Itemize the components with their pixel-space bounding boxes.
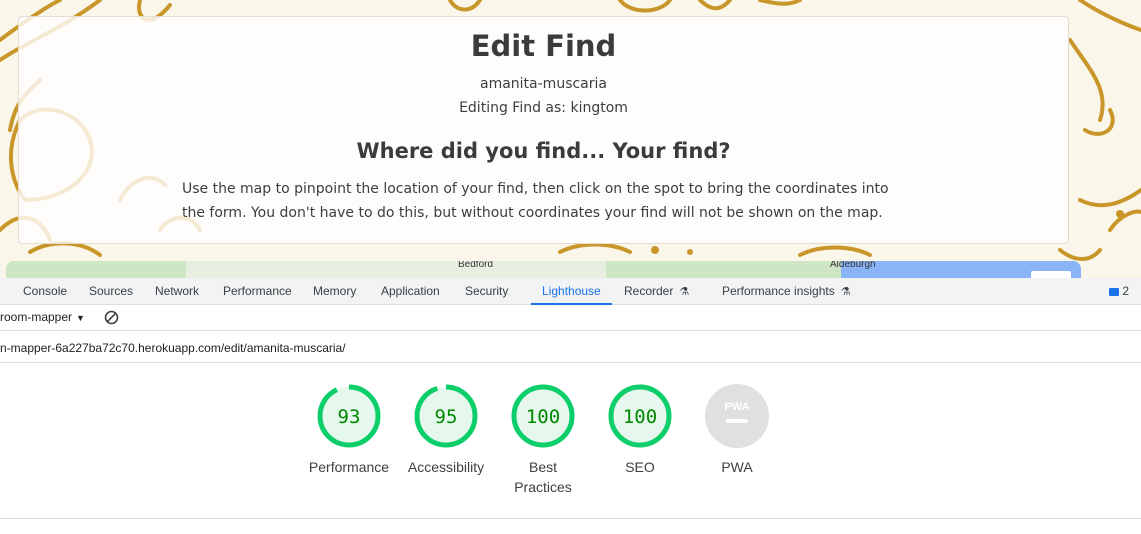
gauge-label: Best Practices (514, 459, 572, 495)
tab-label: Performance (223, 284, 292, 298)
score-gauge-pwa[interactable]: PWA PWA (687, 383, 787, 477)
issues-icon (1109, 287, 1120, 296)
map-label-bedford: Bedford (458, 261, 494, 270)
gauge-ring: 95 (414, 384, 478, 448)
report-select[interactable]: room-mapper ▼ (0, 310, 85, 324)
tab-label: Recorder (624, 284, 674, 298)
issues-counter[interactable]: 2 (1109, 278, 1129, 305)
map-instructions: Use the map to pinpoint the location of … (182, 177, 907, 225)
instructions-line-2: the form. You don't have to do this, but… (182, 205, 883, 221)
gauge-score-value: 100 (623, 406, 657, 428)
gauge-score-value: 100 (526, 406, 560, 428)
tab-console[interactable]: Console (23, 278, 67, 305)
page-title: Edit Find (470, 29, 617, 63)
score-gauge-best-practices[interactable]: 100 Best Practices (493, 383, 593, 497)
editing-as-text: Editing Find as: kingtom (459, 100, 628, 116)
tab-performance-insights[interactable]: Performance insights ⚗ (722, 278, 851, 305)
flask-icon: ⚗ (840, 286, 851, 298)
caret-down-icon: ▼ (76, 313, 85, 323)
tab-label: Network (155, 284, 200, 298)
clear-block-icon[interactable] (104, 310, 119, 325)
find-slug: amanita-muscaria (480, 76, 607, 92)
tab-label: Performance insights (722, 284, 835, 298)
tab-label: Memory (313, 284, 357, 298)
score-gauge-performance[interactable]: 93 Performance (299, 383, 399, 477)
report-url-bar: n-mapper-6a227ba72c70.herokuapp.com/edit… (0, 332, 1141, 363)
score-gauge-accessibility[interactable]: 95 Accessibility (396, 383, 496, 477)
tab-sources[interactable]: Sources (89, 278, 133, 305)
location-map[interactable]: Bedford Aldeburgh (6, 261, 1081, 278)
gauge-label: PWA (721, 459, 753, 475)
tab-recorder[interactable]: Recorder ⚗ (624, 278, 689, 305)
tab-label: Sources (89, 284, 134, 298)
tab-label: Console (23, 284, 68, 298)
divider (0, 518, 1141, 519)
map-land (186, 261, 606, 278)
map-control-button[interactable] (1031, 271, 1071, 278)
tab-performance[interactable]: Performance (223, 278, 292, 305)
gauge-ring: 93 (317, 384, 381, 448)
gauge-label: SEO (625, 459, 655, 475)
gauge-ring: PWA (705, 384, 769, 448)
tab-label: Security (465, 284, 509, 298)
devtools-tab-bar: Console Sources Network Performance Memo… (0, 278, 1141, 305)
map-label-aldeburgh: Aldeburgh (830, 261, 876, 270)
tab-lighthouse[interactable]: Lighthouse (531, 278, 612, 305)
issues-count: 2 (1122, 284, 1129, 298)
gauge-background (705, 384, 769, 448)
web-page: Edit Find amanita-muscaria Editing Find … (0, 0, 1141, 278)
pwa-badge-bar (726, 419, 748, 423)
pwa-badge-text: PWA (724, 401, 749, 413)
section-heading: Where did you find... Your find? (356, 139, 731, 163)
gauge-label: Performance (308, 459, 390, 475)
instructions-line-1: Use the map to pinpoint the location of … (182, 181, 889, 197)
tab-application[interactable]: Application (381, 278, 440, 305)
flask-icon: ⚗ (679, 286, 690, 298)
edit-find-card: Edit Find amanita-muscaria Editing Find … (18, 16, 1069, 244)
tab-network[interactable]: Network (155, 278, 199, 305)
gauge-ring: 100 (511, 384, 575, 448)
tab-security[interactable]: Security (465, 278, 508, 305)
tab-label: Application (381, 284, 440, 298)
report-url: n-mapper-6a227ba72c70.herokuapp.com/edit… (0, 341, 346, 355)
lighthouse-toolbar: room-mapper ▼ (0, 306, 1141, 331)
devtools-panel: Console Sources Network Performance Memo… (0, 278, 1141, 534)
gauge-label: Accessibility (407, 459, 485, 475)
gauge-score-value: 93 (338, 406, 361, 428)
gauge-score-value: 95 (435, 406, 458, 428)
score-gauge-seo[interactable]: 100 SEO (590, 383, 690, 477)
tab-memory[interactable]: Memory (313, 278, 356, 305)
tab-label: Lighthouse (542, 284, 601, 298)
report-select-value: room-mapper (0, 310, 73, 324)
gauge-ring: 100 (608, 384, 672, 448)
